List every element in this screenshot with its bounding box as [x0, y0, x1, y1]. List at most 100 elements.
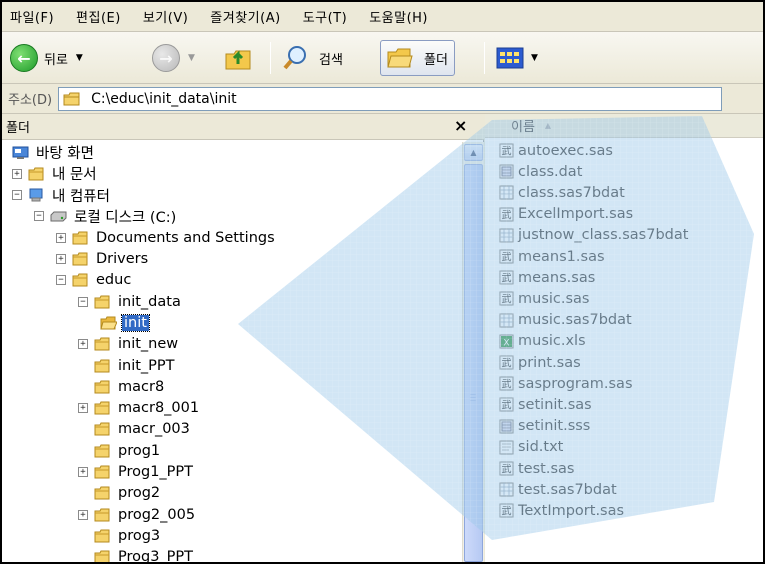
file-item[interactable]: class.dat — [499, 161, 582, 182]
address-input[interactable]: C:\educ\init_data\init — [58, 86, 723, 111]
expand-icon[interactable]: + — [78, 403, 88, 414]
file-item[interactable]: class.sas7bdat — [499, 182, 625, 203]
sas-program-icon: 武 — [499, 397, 514, 412]
tree-item[interactable]: macr8 — [78, 376, 166, 397]
tree-item[interactable]: prog1 — [78, 440, 162, 461]
views-dropdown-icon[interactable]: ▼ — [531, 53, 538, 63]
tree-item-label: prog2_005 — [118, 506, 196, 523]
forward-button[interactable]: → ▼ — [152, 40, 195, 76]
back-button[interactable]: ← 뒤로 ▼ — [10, 40, 83, 76]
file-item[interactable]: sid.txt — [499, 437, 563, 458]
expand-icon[interactable]: + — [78, 339, 88, 350]
folder-pane-title: 폴더 — [6, 121, 30, 136]
forward-arrow-icon: → — [152, 44, 180, 72]
tree-item[interactable]: init_PPT — [78, 355, 177, 376]
scroll-up-icon[interactable]: ▲ — [464, 144, 483, 161]
file-item[interactable]: setinit.sss — [499, 416, 590, 437]
expand-icon[interactable]: + — [12, 168, 22, 179]
tree-item[interactable]: + Prog1_PPT — [78, 462, 195, 483]
tree-item[interactable]: + Documents and Settings — [56, 227, 277, 248]
expand-icon[interactable]: + — [78, 467, 88, 477]
tree-item[interactable]: − 내 컴퓨터 — [12, 185, 112, 206]
tree-item[interactable]: 바탕 화면 — [12, 142, 96, 163]
folder-icon — [94, 444, 110, 458]
expand-icon[interactable]: + — [56, 232, 66, 243]
tree-item-label: macr_003 — [118, 421, 190, 438]
file-item[interactable]: 武 test.sas — [499, 458, 574, 479]
folder-icon — [94, 380, 110, 394]
open-folder-icon — [100, 316, 117, 330]
collapse-icon[interactable]: − — [56, 275, 66, 286]
menu-edit[interactable]: 편집(E) — [76, 7, 121, 26]
tree-item[interactable]: − init_data — [78, 291, 183, 312]
tree-item[interactable]: + macr8_001 — [78, 398, 201, 419]
menu-tools[interactable]: 도구(T) — [303, 7, 348, 26]
tree-item[interactable]: + 내 문서 — [12, 163, 99, 184]
tree-item[interactable]: macr_003 — [78, 419, 192, 440]
search-icon — [283, 46, 306, 70]
up-folder-button[interactable] — [224, 40, 259, 76]
forward-dropdown-icon[interactable]: ▼ — [188, 53, 195, 63]
tree-item-label: prog2 — [118, 485, 161, 502]
sort-ascending-icon: ▲ — [544, 121, 552, 130]
close-icon[interactable]: × — [454, 116, 467, 135]
menu-favorites[interactable]: 즐겨찾기(A) — [210, 7, 280, 26]
views-icon — [496, 47, 524, 69]
folder-icon — [94, 422, 110, 436]
tree-item-label: Documents and Settings — [96, 229, 275, 246]
svg-text:武: 武 — [502, 463, 512, 476]
tree-item[interactable]: + prog2_005 — [78, 504, 197, 525]
computer-icon — [29, 188, 43, 202]
file-item[interactable]: test.sas7bdat — [499, 479, 617, 500]
expand-icon[interactable]: + — [78, 509, 88, 520]
tree-item[interactable]: + init_new — [78, 334, 180, 355]
file-item[interactable]: 武 autoexec.sas — [499, 140, 613, 161]
folders-label: 폴더 — [424, 52, 448, 68]
tree-item[interactable]: Prog3_PPT — [78, 547, 195, 562]
collapse-icon[interactable]: − — [78, 296, 88, 307]
file-item[interactable]: 武 sasprogram.sas — [499, 373, 633, 394]
vertical-scrollbar[interactable]: ▲ — — — — [462, 142, 484, 562]
tree-item-label: educ — [96, 272, 132, 289]
scroll-thumb[interactable]: — — — — [464, 164, 483, 562]
up-folder-icon — [225, 50, 251, 70]
folder-icon — [94, 465, 110, 479]
file-item[interactable]: 武 ExcelImport.sas — [499, 204, 633, 225]
menu-view[interactable]: 보기(V) — [143, 7, 188, 26]
svg-text:武: 武 — [502, 357, 512, 370]
tree-item[interactable]: − educ — [56, 270, 133, 291]
menu-help[interactable]: 도움말(H) — [369, 7, 428, 26]
file-item[interactable]: 武 TextImport.sas — [499, 500, 624, 521]
collapse-icon[interactable]: − — [12, 190, 22, 201]
file-name: sid.txt — [518, 439, 564, 456]
back-dropdown-icon[interactable]: ▼ — [76, 53, 83, 63]
file-item[interactable]: 武 means.sas — [499, 267, 595, 288]
back-arrow-icon: ← — [10, 44, 38, 72]
folders-button[interactable]: 폴더 — [380, 40, 455, 76]
views-button[interactable]: ▼ — [496, 40, 538, 76]
address-path: C:\educ\init_data\init — [91, 90, 237, 107]
file-item[interactable]: 武 print.sas — [499, 352, 581, 373]
folder-pane: 폴더 × 바탕 화면 + 내 문서 − 내 컴퓨터 − 로컬 디스크 (C:) + Docume… — [2, 114, 484, 562]
file-item[interactable]: Xmusic.xls — [499, 331, 586, 352]
folder-icon — [72, 273, 88, 287]
search-button[interactable]: 검색 — [282, 40, 343, 76]
tree-item[interactable]: + Drivers — [56, 249, 150, 270]
tree-item[interactable]: prog3 — [78, 525, 162, 546]
file-item[interactable]: 武 music.sas — [499, 288, 589, 309]
file-item[interactable]: 武 setinit.sas — [499, 394, 592, 415]
column-header-name[interactable]: 이름 ▲ — [485, 114, 763, 138]
menu-file[interactable]: 파일(F) — [10, 7, 54, 26]
svg-text:武: 武 — [502, 399, 512, 412]
expand-icon[interactable]: + — [56, 254, 66, 264]
file-item[interactable]: music.sas7bdat — [499, 310, 632, 331]
tree-item[interactable]: init — [100, 312, 150, 333]
folder-icon — [94, 359, 110, 372]
tree-item-label: Drivers — [96, 251, 149, 267]
collapse-icon[interactable]: − — [34, 211, 44, 222]
sas-dataset-icon — [499, 185, 514, 200]
file-item[interactable]: justnow_class.sas7bdat — [499, 225, 688, 246]
tree-item[interactable]: prog2 — [78, 483, 162, 504]
file-item[interactable]: 武 means1.sas — [499, 246, 605, 267]
tree-item[interactable]: − 로컬 디스크 (C:) — [34, 206, 178, 227]
